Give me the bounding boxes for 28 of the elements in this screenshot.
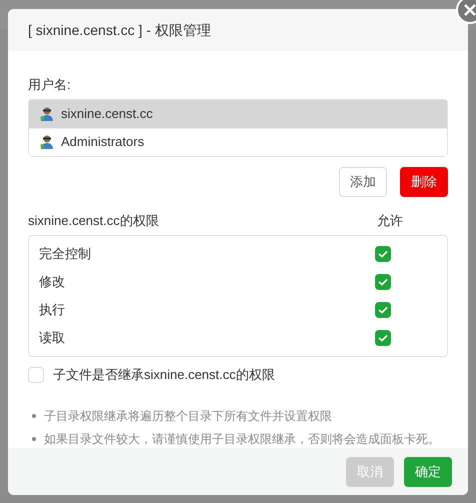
check-icon <box>378 334 388 342</box>
permission-checkbox[interactable] <box>375 246 391 262</box>
user-group-icon <box>39 106 55 122</box>
field-label: 用户名: <box>28 76 71 94</box>
check-icon <box>378 278 388 286</box>
inherit-checkbox[interactable] <box>28 366 44 383</box>
permission-name: 完全控制 <box>39 245 91 264</box>
user-list-item[interactable]: Administrators <box>29 128 447 156</box>
user-group-icon <box>39 134 55 150</box>
delete-button[interactable]: 删除 <box>400 166 448 196</box>
permission-checkbox[interactable] <box>375 330 391 346</box>
inherit-label: 子文件是否继承sixnine.censt.cc的权限 <box>53 366 275 384</box>
check-icon <box>378 250 388 258</box>
permission-name: 读取 <box>39 329 65 348</box>
column-header: 允许 <box>377 212 403 230</box>
check-icon <box>378 306 388 314</box>
permission-checkbox[interactable] <box>375 302 391 318</box>
permission-name: 执行 <box>39 301 65 320</box>
bullet-icon <box>32 414 36 418</box>
note-text: 子目录权限继承将遍历整个目录下所有文件并设置权限 <box>44 408 332 424</box>
permissions-title: sixnine.censt.cc的权限 <box>28 212 159 230</box>
permission-name: 修改 <box>39 273 65 292</box>
permission-checkbox[interactable] <box>375 274 391 290</box>
add-button[interactable]: 添加 <box>339 166 387 196</box>
note-text: 如果目录文件较大，请谨慎使用子目录权限继承，否则将会造成面板卡死。 <box>44 430 440 448</box>
dialog-title: [ sixnine.censt.cc ] - 权限管理 <box>28 20 211 40</box>
user-list-item[interactable]: sixnine.censt.cc <box>29 100 447 128</box>
bullet-icon <box>32 436 36 440</box>
